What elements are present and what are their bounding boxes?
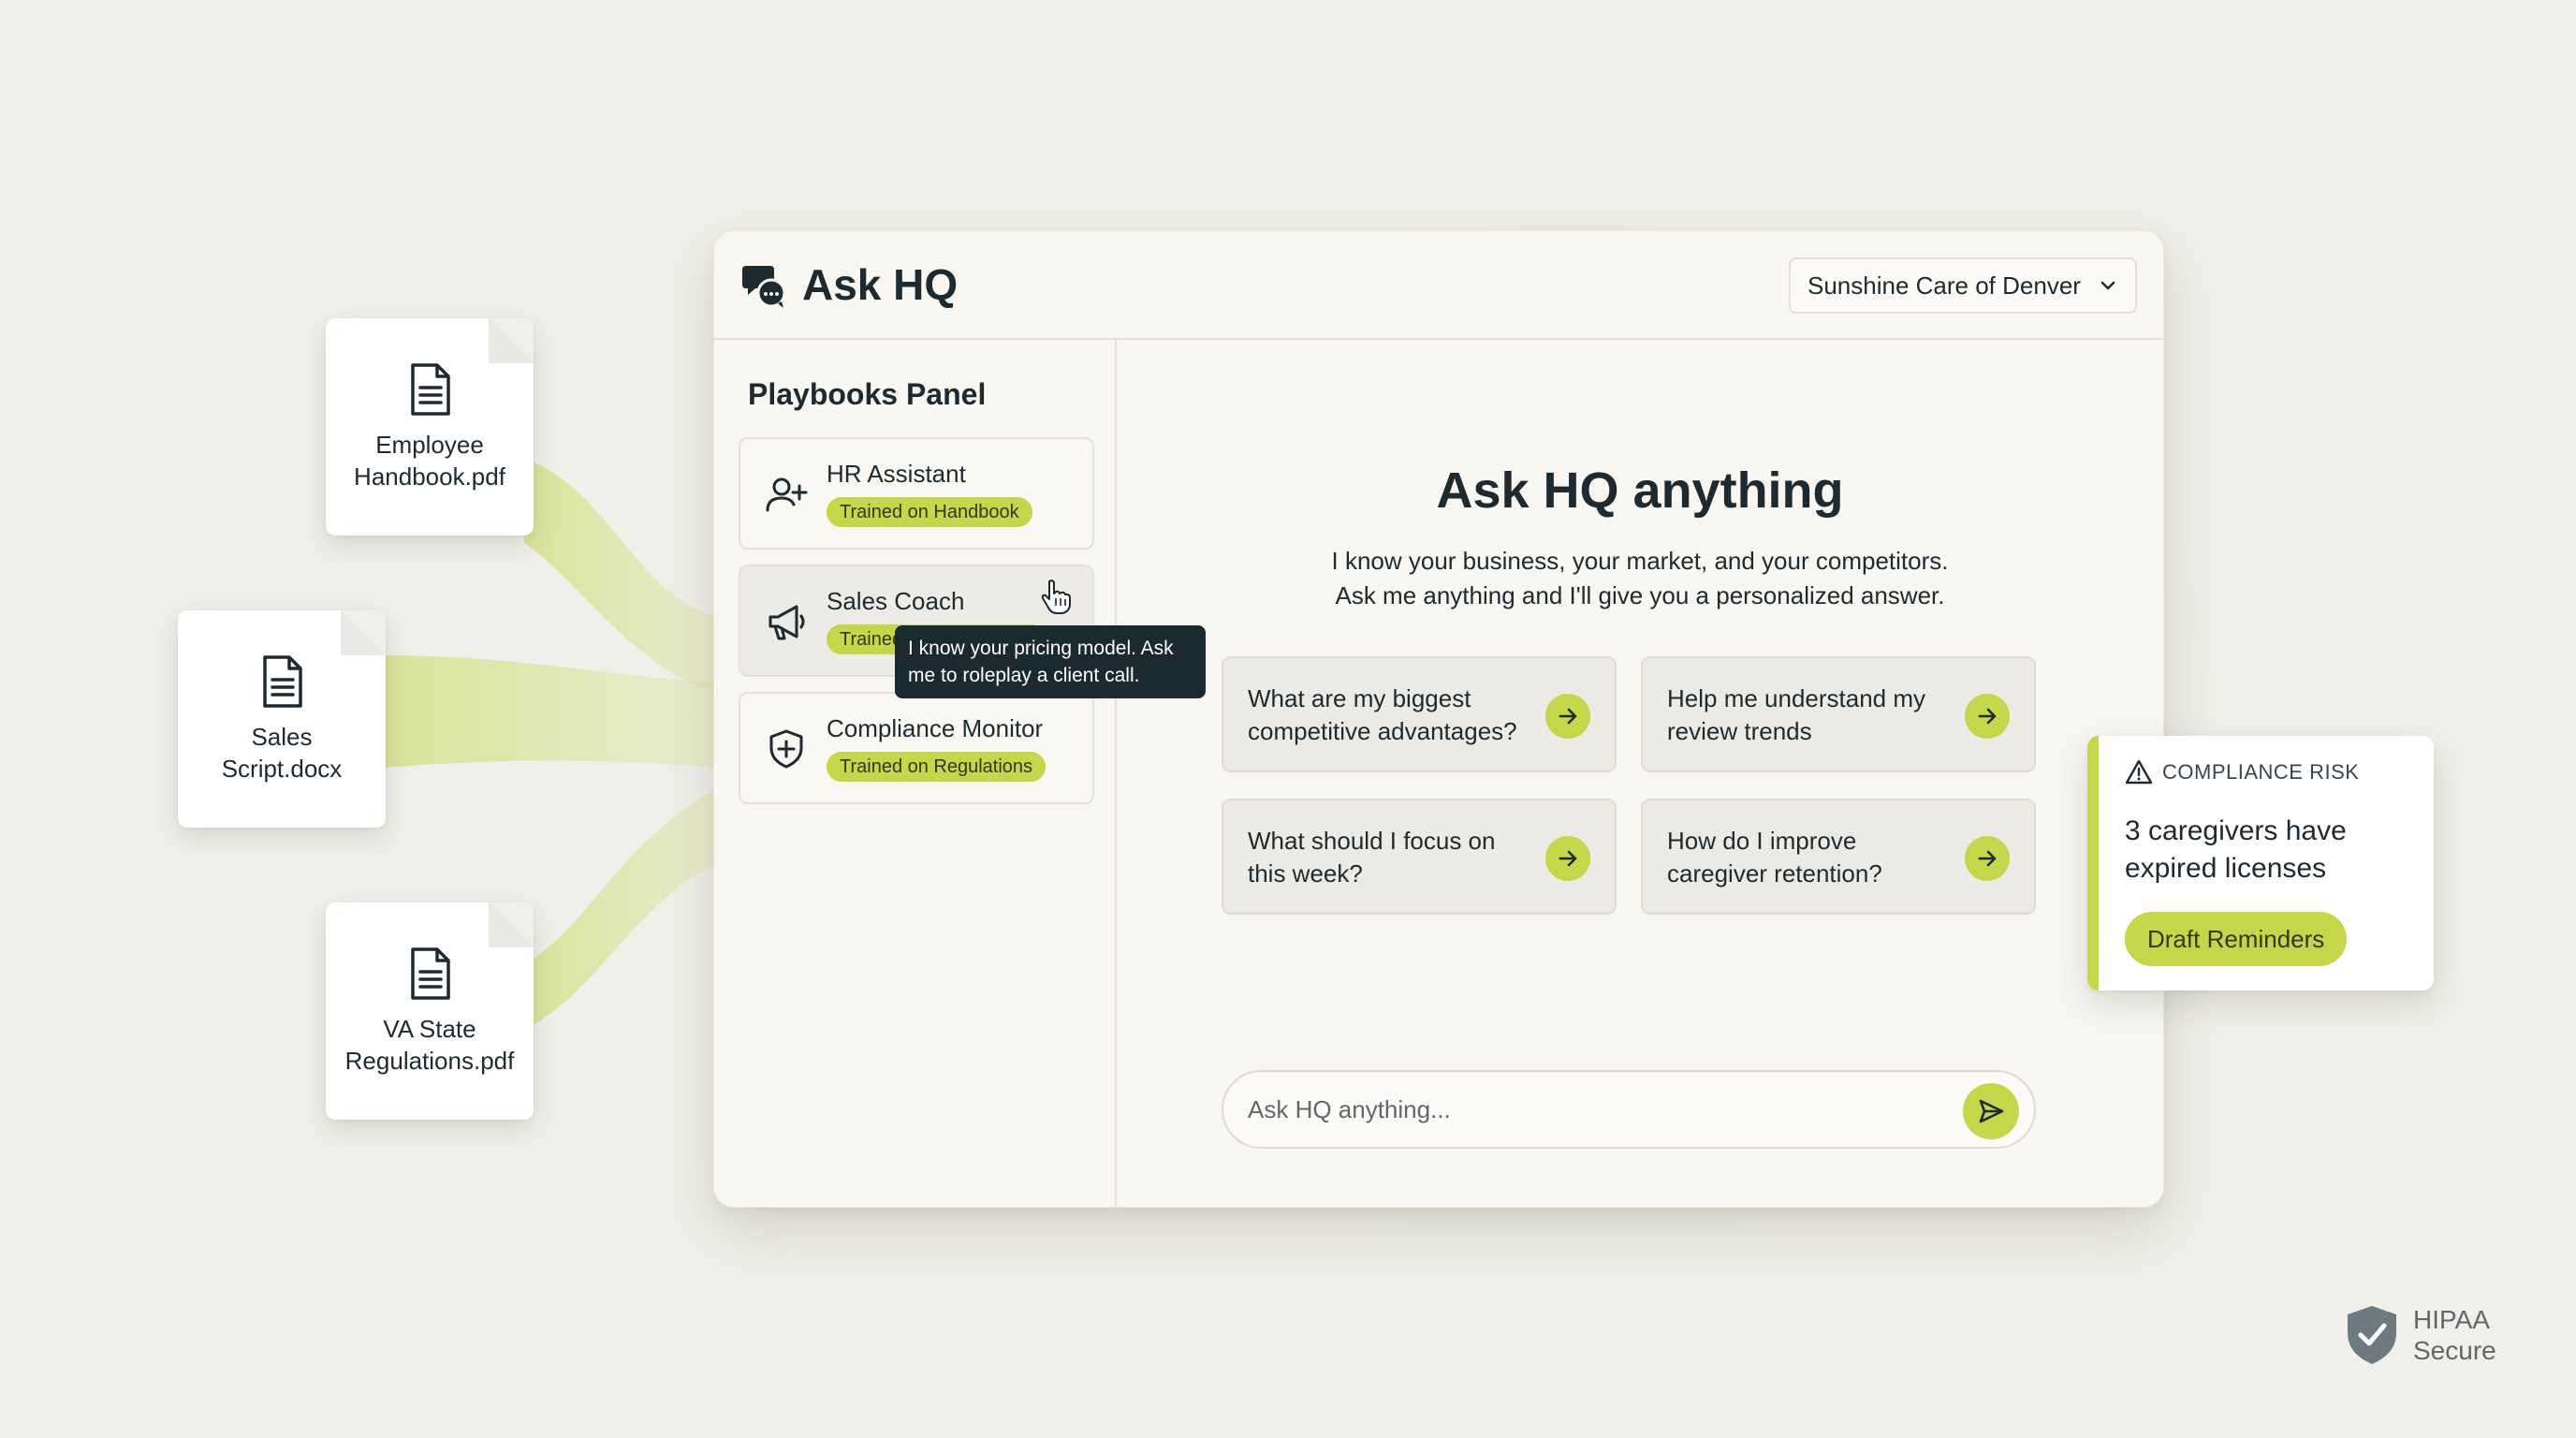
prompt-line: Help me understand my [1667, 684, 1926, 712]
hipaa-line: Secure [2413, 1336, 2496, 1365]
hero-subtitle-line: Ask me anything and I'll give you a pers… [1335, 581, 1945, 609]
document-name: Sales Script.docx [221, 723, 343, 783]
location-select-value: Sunshine Care of Denver [1808, 271, 2081, 300]
document-card-employee-handbook[interactable]: Employee Handbook.pdf [326, 318, 534, 536]
training-badge: Trained on Handbook [827, 497, 1032, 527]
warning-triangle-icon [2125, 759, 2153, 785]
hipaa-line: HIPAA [2413, 1305, 2490, 1334]
tooltip-line: me to roleplay a client call. [908, 665, 1140, 686]
playbook-compliance-monitor[interactable]: Compliance Monitor Trained on Regulation… [739, 692, 1094, 804]
arrow-right-button[interactable] [1965, 836, 2010, 881]
playbook-name: Compliance Monitor [827, 714, 1044, 742]
chat-bar [1222, 1070, 2036, 1149]
send-icon [1979, 1099, 2004, 1123]
arrow-right-icon [1978, 708, 1997, 725]
risk-message: 3 caregivers have expired licenses [2125, 813, 2347, 888]
hero-subtitle-line: I know your business, your market, and y… [1331, 547, 1949, 575]
arrow-right-icon [1559, 708, 1577, 725]
compliance-risk-card: COMPLIANCE RISK 3 caregivers have expire… [2087, 736, 2434, 990]
document-card-state-regulations[interactable]: VA State Regulations.pdf [326, 902, 534, 1120]
risk-accent-bar [2087, 736, 2099, 990]
prompt-line: What are my biggest [1248, 684, 1471, 712]
arrow-right-button[interactable] [1545, 694, 1590, 739]
shield-plus-icon [769, 729, 803, 769]
chat-input[interactable] [1248, 1085, 1922, 1134]
suggested-prompt-competitive-advantages[interactable]: What are my biggest competitive advantag… [1222, 656, 1617, 772]
arrow-right-icon [1559, 850, 1577, 867]
suggested-prompt-caregiver-retention[interactable]: How do I improve caregiver retention? [1641, 799, 2036, 915]
risk-header: COMPLIANCE RISK [2125, 758, 2359, 786]
risk-label: COMPLIANCE RISK [2162, 760, 2360, 784]
prompt-line: What should I focus on [1248, 827, 1496, 855]
prompt-line: this week? [1248, 859, 1363, 888]
shield-check-icon [2348, 1306, 2396, 1364]
hand-pointer-icon [1041, 580, 1071, 614]
prompt-line: review trends [1667, 717, 1812, 745]
prompt-text: Help me understand my review trends [1667, 682, 1957, 748]
prompt-text: What are my biggest competitive advantag… [1248, 682, 1538, 748]
playbooks-panel-title: Playbooks Panel [748, 377, 987, 411]
send-button[interactable] [1963, 1083, 2019, 1139]
risk-message-line: 3 caregivers have [2125, 815, 2347, 846]
user-plus-icon [766, 477, 808, 512]
playbook-name: HR Assistant [827, 460, 966, 488]
megaphone-icon [768, 605, 805, 640]
prompt-line: caregiver retention? [1667, 859, 1882, 888]
hero-subtitle: I know your business, your market, and y… [1117, 544, 2163, 613]
playbook-hr-assistant[interactable]: HR Assistant Trained on Handbook [739, 437, 1094, 550]
playbook-name: Sales Coach [827, 587, 965, 615]
app-header: Ask HQ Sunshine Care of Denver [714, 231, 2163, 340]
suggested-prompt-focus-this-week[interactable]: What should I focus on this week? [1222, 799, 1617, 915]
document-card-sales-script[interactable]: Sales Script.docx [178, 610, 386, 828]
arrow-right-icon [1978, 850, 1997, 867]
document-icon [263, 655, 302, 708]
document-name: VA State Regulations.pdf [344, 1015, 515, 1075]
prompt-text: What should I focus on this week? [1248, 825, 1538, 890]
hipaa-text: HIPAA Secure [2413, 1304, 2496, 1366]
tooltip-line: I know your pricing model. Ask [908, 638, 1174, 659]
draft-reminders-button[interactable]: Draft Reminders [2125, 912, 2348, 966]
page-fold [489, 902, 534, 947]
hero-title: Ask HQ anything [1436, 462, 1844, 519]
location-select[interactable]: Sunshine Care of Denver [1789, 257, 2137, 314]
chat-bubbles-icon [742, 266, 786, 308]
app-window: Ask HQ Sunshine Care of Denver Playbooks… [713, 230, 2164, 1208]
prompt-text: How do I improve caregiver retention? [1667, 825, 1957, 890]
document-icon [411, 363, 450, 416]
suggested-prompt-review-trends[interactable]: Help me understand my review trends [1641, 656, 2036, 772]
prompt-line: competitive advantages? [1248, 717, 1517, 745]
prompt-line: How do I improve [1667, 827, 1857, 855]
training-badge: Trained on Regulations [827, 752, 1046, 782]
document-icon [411, 947, 450, 1000]
document-name: Employee Handbook.pdf [354, 431, 505, 491]
page-fold [489, 318, 534, 363]
arrow-right-button[interactable] [1545, 836, 1590, 881]
hipaa-badge: HIPAA Secure [2344, 1303, 2496, 1367]
arrow-right-button[interactable] [1965, 694, 2010, 739]
playbook-tooltip: I know your pricing model. Ask me to rol… [895, 625, 1206, 698]
page-fold [341, 610, 386, 655]
playbooks-panel: Playbooks Panel HR Assistant Trained on … [714, 340, 1117, 1207]
chat-area: Ask HQ anything I know your business, yo… [1117, 340, 2163, 1207]
app-title: Ask HQ [802, 260, 959, 309]
risk-message-line: expired licenses [2125, 853, 2327, 884]
chevron-down-icon [2100, 281, 2115, 290]
